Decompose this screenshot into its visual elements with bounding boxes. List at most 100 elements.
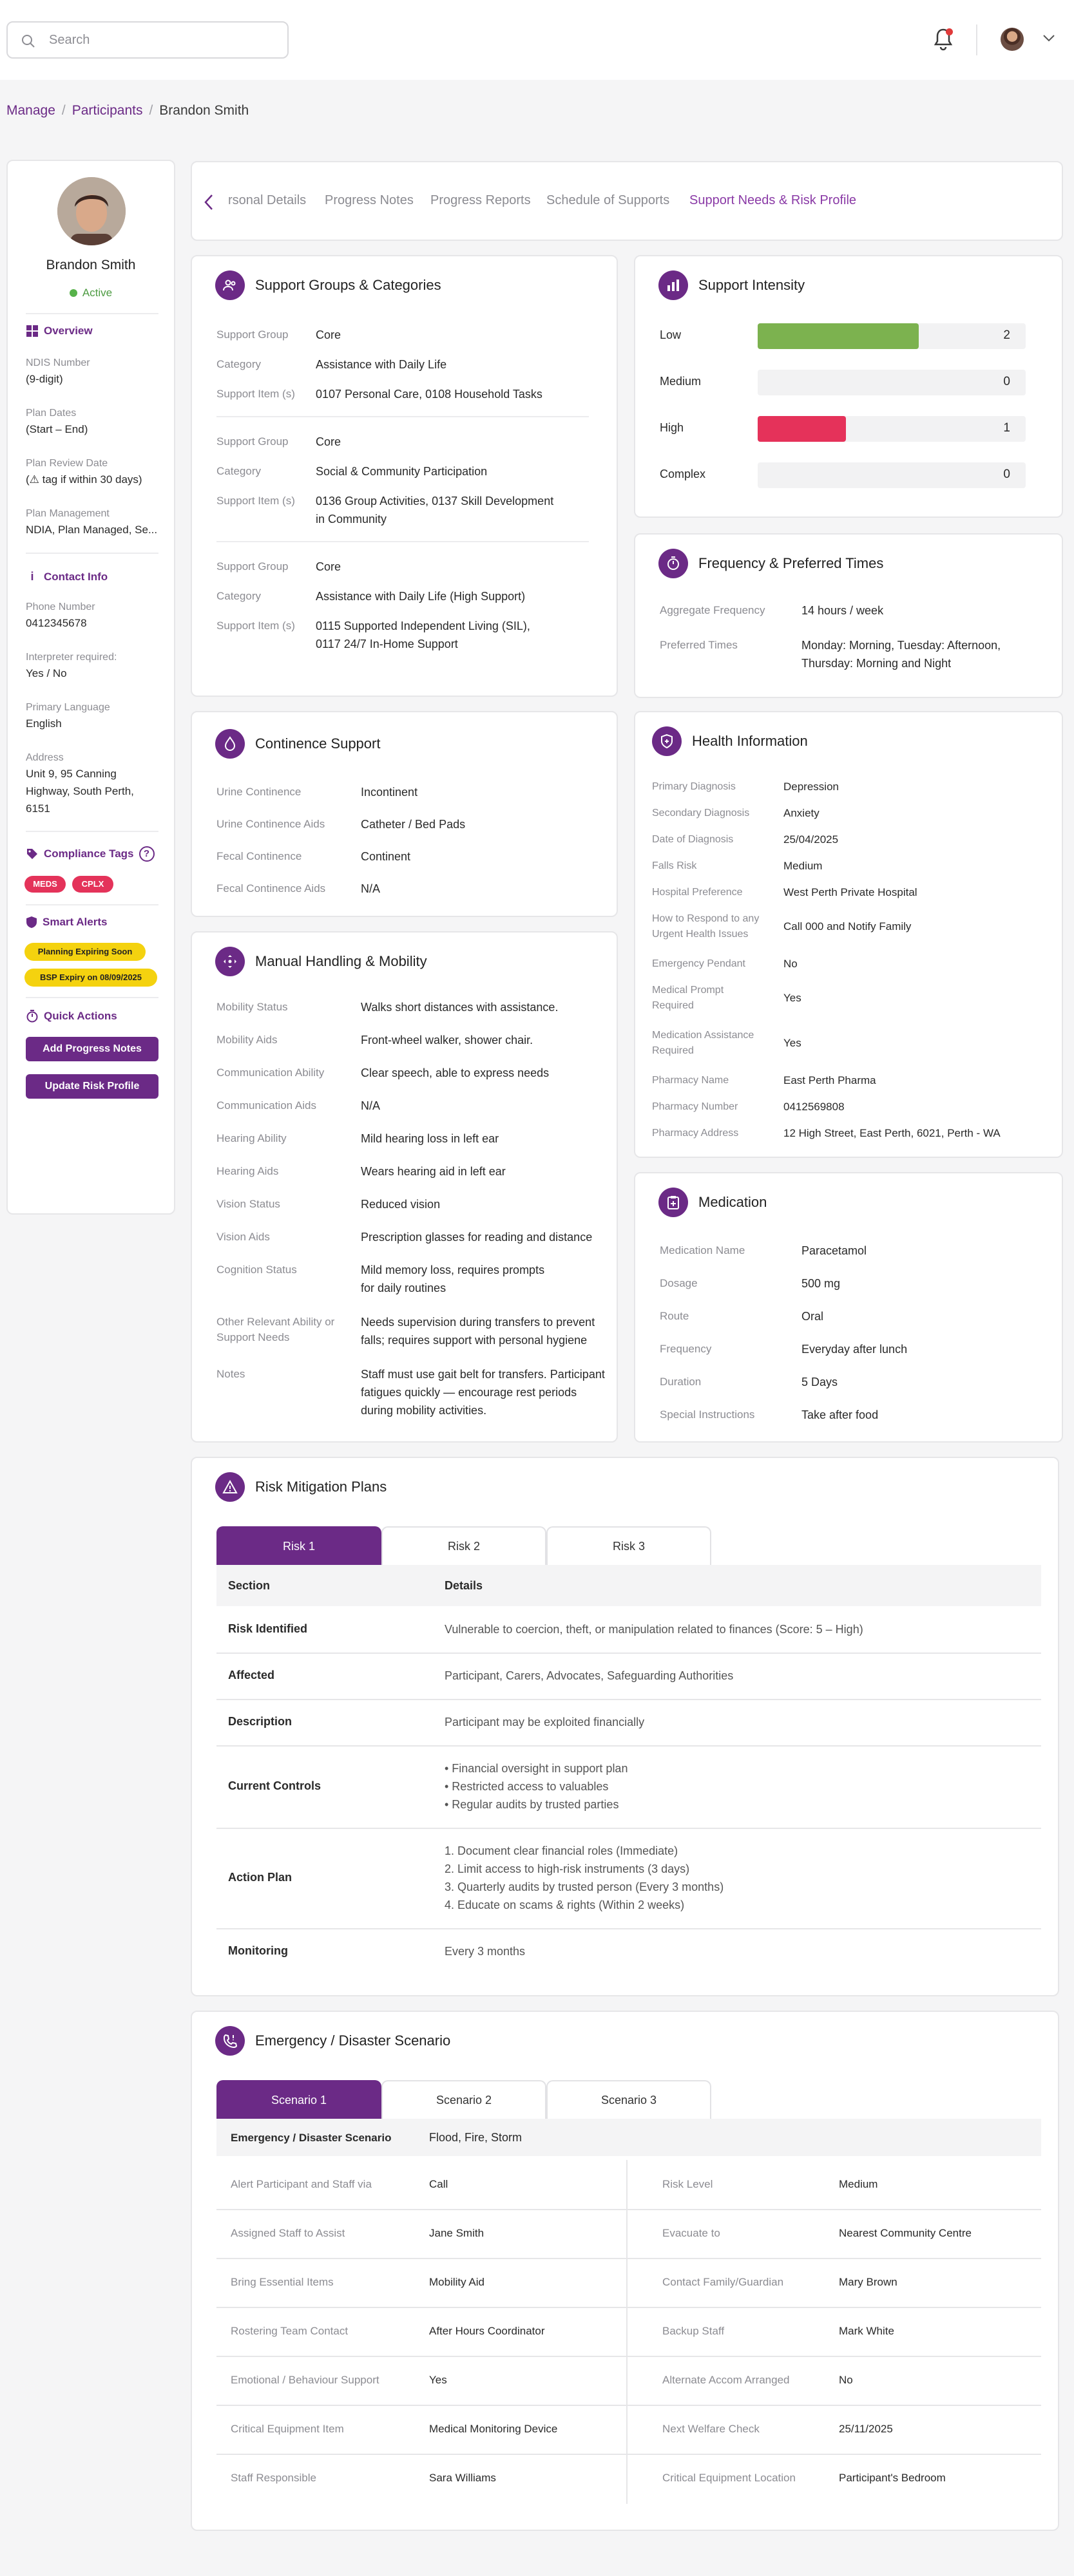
scenario-label: Alert Participant and Staff via [231, 2178, 372, 2190]
tab-scenario-3[interactable]: Scenario 3 [546, 2080, 711, 2119]
info-icon: i [30, 570, 34, 583]
intensity-count: 0 [1003, 375, 1010, 388]
overview-title: Overview [44, 325, 93, 337]
health-label: Medication Assistance [652, 1030, 754, 1041]
scenario-label: Assigned Staff to Assist [231, 2227, 345, 2239]
manual-handling-heading: Manual Handling & Mobility [215, 947, 427, 976]
health-label: Pharmacy Name [652, 1075, 729, 1086]
shield-plus-icon [652, 726, 682, 756]
continence-value: Continent [361, 850, 411, 863]
breadcrumb-participants[interactable]: Participants [72, 103, 143, 118]
emergency-card: Emergency / Disaster Scenario Scenario 1… [191, 2011, 1059, 2531]
status-dot [69, 289, 77, 297]
risk-detail-text: 1. Document clear financial roles (Immed… [445, 1844, 678, 1857]
health-label: Emergency Pendant [652, 958, 745, 969]
table-row-divider [216, 1828, 1041, 1829]
address-line: Unit 9, 95 Canning [26, 768, 117, 780]
search-box[interactable] [6, 21, 289, 59]
divider [26, 553, 158, 554]
update-risk-profile-button[interactable]: Update Risk Profile [26, 1074, 158, 1099]
mobility-value: Clear speech, able to express needs [361, 1066, 550, 1079]
clipboard-plus-icon [658, 1188, 688, 1217]
scenario-value: Mobility Aid [429, 2276, 484, 2288]
support-item-value: 0136 Group Activities, 0137 Skill Develo… [316, 495, 554, 507]
tab-schedule-of-supports[interactable]: Schedule of Supports [546, 193, 669, 208]
tab-scenario-1[interactable]: Scenario 1 [216, 2080, 381, 2119]
risk-section-label: Risk Identified [228, 1622, 308, 1635]
scenario-header-label: Emergency / Disaster Scenario [231, 2132, 392, 2144]
risk-detail-text: 3. Quarterly audits by trusted person (E… [445, 1880, 724, 1893]
intensity-label: Medium [660, 375, 702, 388]
plan-review-value: (⚠ tag if within 30 days) [26, 473, 142, 486]
language-value: English [26, 717, 62, 730]
support-group-label: Support Group [216, 435, 289, 448]
table-row-divider [216, 2209, 1041, 2210]
alerts-title: Smart Alerts [43, 916, 108, 928]
breadcrumb: Manage / Participants / Brandon Smith [6, 103, 249, 118]
medication-label: Frequency [660, 1343, 712, 1355]
support-group-value: Core [316, 328, 341, 341]
intensity-bar: 2 [758, 323, 1026, 349]
health-value: 25/04/2025 [783, 833, 839, 846]
divider [216, 416, 589, 417]
continence-label: Urine Continence [216, 786, 302, 798]
tab-risk-2[interactable]: Risk 2 [381, 1526, 546, 1565]
risk-mitigation-card: Risk Mitigation Plans Risk 1 Risk 2 Risk… [191, 1457, 1059, 1996]
warning-icon [215, 1472, 245, 1502]
move-icon [215, 947, 245, 976]
support-item-value: in Community [316, 513, 387, 526]
tab-risk-1[interactable]: Risk 1 [216, 1526, 381, 1565]
table-row-divider [216, 2307, 1041, 2308]
scenario-value: Mary Brown [839, 2276, 897, 2288]
risk-section-label: Affected [228, 1669, 275, 1681]
ndis-label: NDIS Number [26, 357, 90, 368]
scenario-label: Critical Equipment Item [231, 2423, 344, 2435]
tab-support-needs-risk-profile[interactable]: Support Needs & Risk Profile [689, 193, 856, 208]
health-label: Medical Prompt [652, 985, 724, 996]
breadcrumb-manage[interactable]: Manage [6, 103, 55, 118]
tab-personal-details[interactable]: rsonal Details [228, 193, 306, 208]
mobility-label: Communication Aids [216, 1099, 316, 1112]
address-line: 6151 [26, 802, 50, 815]
table-row-divider [216, 2405, 1041, 2406]
tag-icon [27, 849, 37, 859]
scenario-label: Backup Staff [662, 2325, 725, 2337]
tab-scenario-2[interactable]: Scenario 2 [381, 2080, 546, 2119]
continence-card: Continence Support Urine Continence Incon… [191, 711, 618, 917]
column-header: Details [445, 1579, 483, 1592]
risk-detail-text: • Regular audits by trusted parties [445, 1798, 619, 1811]
tab-risk-3[interactable]: Risk 3 [546, 1526, 711, 1565]
status-text: Active [82, 287, 113, 299]
risk-section-label: Monitoring [228, 1944, 288, 1957]
breadcrumb-separator: / [61, 103, 66, 118]
scenario-value: Sara Williams [429, 2472, 496, 2484]
support-groups-heading: Support Groups & Categories [215, 270, 441, 300]
plan-dates-value: (Start – End) [26, 423, 88, 435]
mobility-value: Walks short distances with assistance. [361, 1001, 559, 1014]
health-label: Required [652, 1000, 694, 1011]
shield-icon [26, 916, 37, 928]
risk-section-label: Action Plan [228, 1871, 292, 1884]
support-intensity-title: Support Intensity [698, 277, 805, 293]
continence-value: Catheter / Bed Pads [361, 818, 466, 831]
interpreter-label: Interpreter required: [26, 652, 117, 663]
compliance-tag: MEDS [24, 876, 66, 893]
support-item-label: Support Item (s) [216, 620, 295, 632]
chevron-left-icon[interactable] [204, 193, 214, 211]
help-icon[interactable]: ? [139, 846, 155, 862]
mobility-value: Mild hearing loss in left ear [361, 1132, 499, 1145]
support-item-value: 0117 24/7 In-Home Support [316, 638, 458, 650]
tab-progress-reports[interactable]: Progress Reports [430, 193, 531, 208]
chevron-down-icon[interactable] [1042, 33, 1055, 43]
alert-badge: BSP Expiry on 08/09/2025 [24, 969, 157, 987]
support-group-label: Support Group [216, 560, 289, 573]
health-label: Primary Diagnosis [652, 781, 736, 792]
participant-name: Brandon Smith [46, 258, 136, 272]
add-progress-notes-button[interactable]: Add Progress Notes [26, 1037, 158, 1061]
ndis-value: (9-digit) [26, 373, 63, 385]
health-value: Yes [783, 1037, 801, 1049]
search-input[interactable] [49, 30, 274, 50]
user-avatar[interactable] [1001, 28, 1024, 51]
tab-progress-notes[interactable]: Progress Notes [325, 193, 414, 208]
manual-handling-title: Manual Handling & Mobility [255, 953, 427, 969]
